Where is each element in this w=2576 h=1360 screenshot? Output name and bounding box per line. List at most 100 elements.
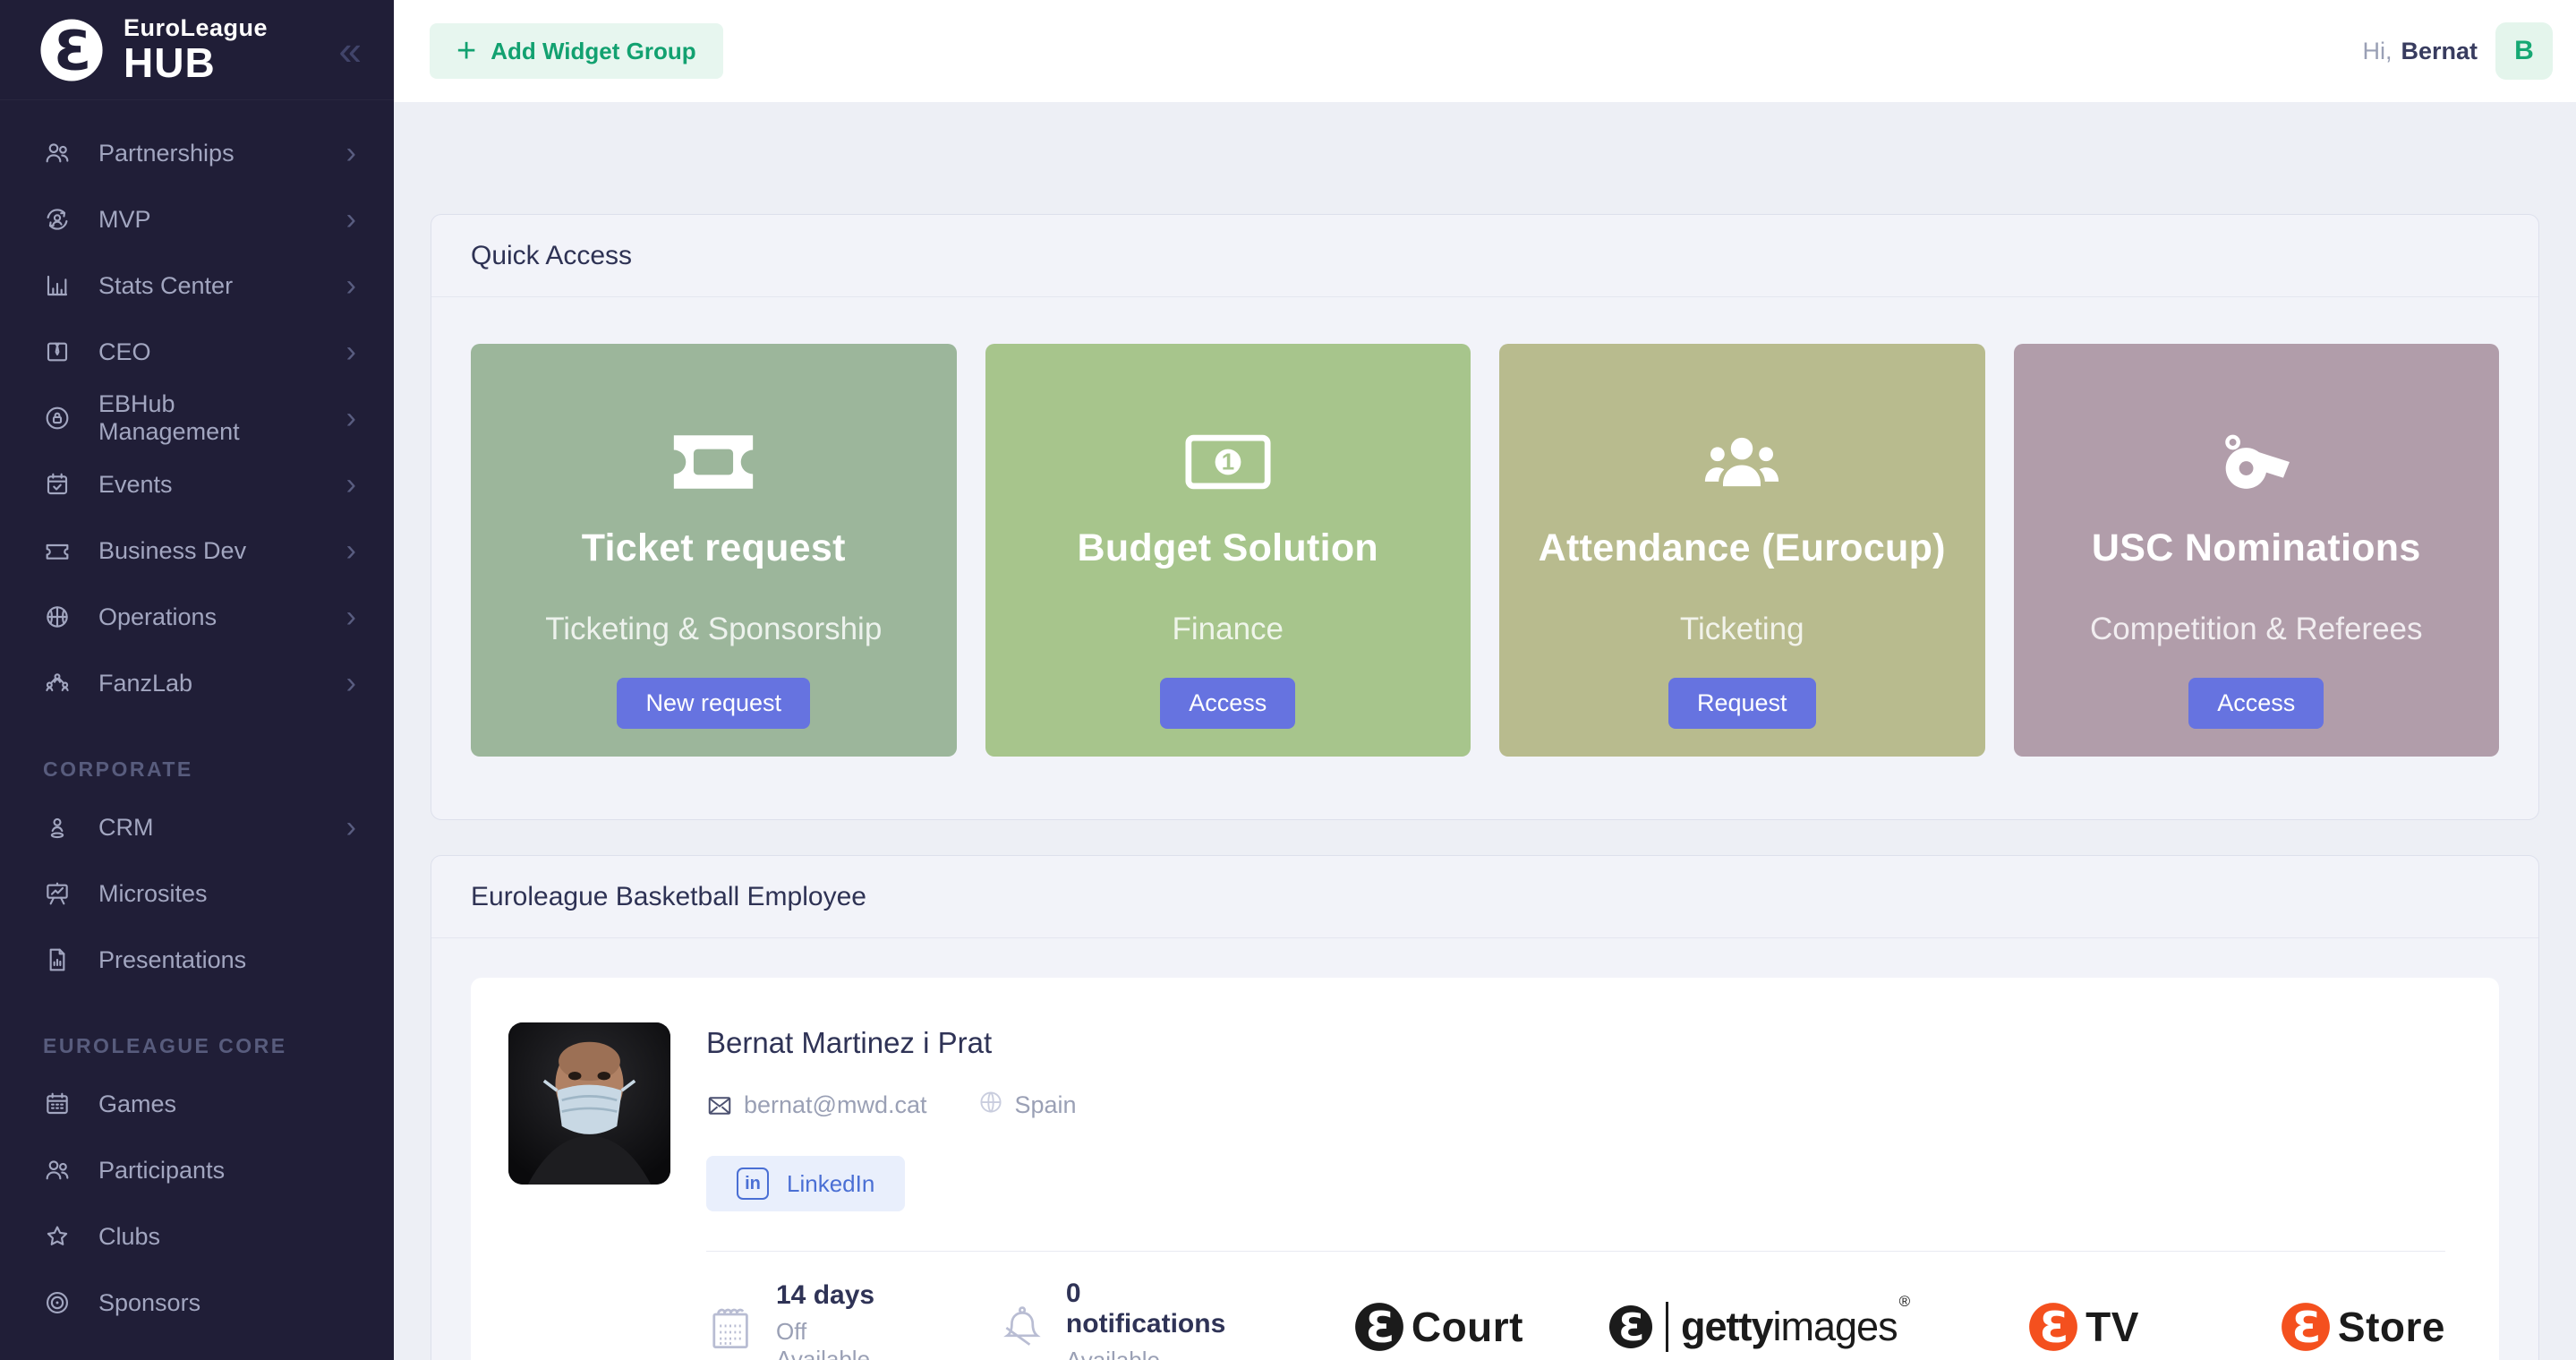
widget-card-attendance-eurocup: Attendance (Eurocup) Ticketing Request xyxy=(1499,344,1985,757)
store-logo-text: Store xyxy=(2338,1303,2445,1351)
chevron-right-icon: › xyxy=(346,337,356,367)
people-group-icon xyxy=(1702,431,1781,493)
profile-photo xyxy=(508,1022,670,1185)
sidebar-item-label: Presentations xyxy=(98,946,246,974)
sidebar-item-label: EBHub Management xyxy=(98,390,320,446)
euroleague-ball-icon: Ɛ xyxy=(1608,1304,1653,1349)
sidebar-item-label: Sponsors xyxy=(98,1289,200,1317)
money-bill-icon: 1 xyxy=(1185,434,1271,490)
sidebar: Ɛ EuroLeague HUB « Partnerships › MVP › … xyxy=(0,0,394,1360)
add-widget-group-button[interactable]: + Add Widget Group xyxy=(430,23,723,79)
contact-row: bernat@mwd.cat Spain xyxy=(706,1089,1077,1122)
easel-chart-icon xyxy=(43,879,72,908)
employee-panel: Euroleague Basketball Employee xyxy=(431,855,2539,1360)
euroleague-store-logo[interactable]: Ɛ Store xyxy=(2281,1302,2445,1352)
sidebar-item-partnerships[interactable]: Partnerships › xyxy=(0,120,394,186)
registered-mark: ® xyxy=(1899,1293,1910,1310)
widget-subtitle: Finance xyxy=(1172,612,1284,647)
globe-icon xyxy=(977,1089,1004,1122)
sidebar-item-mvp[interactable]: MVP › xyxy=(0,186,394,252)
sidebar-item-presentations[interactable]: Presentations xyxy=(0,927,394,993)
widget-subtitle: Competition & Referees xyxy=(2090,612,2423,647)
widget-title: Budget Solution xyxy=(1078,526,1379,570)
employee-panel-title: Euroleague Basketball Employee xyxy=(431,856,2538,938)
sidebar-item-games[interactable]: Games xyxy=(0,1071,394,1137)
sidebar-section-corporate: CORPORATE xyxy=(43,757,394,782)
collapse-sidebar-icon[interactable]: « xyxy=(338,30,362,71)
sidebar-item-label: Clubs xyxy=(98,1223,160,1251)
sidebar-item-sponsors[interactable]: Sponsors xyxy=(0,1270,394,1336)
euroleague-ball-icon: Ɛ xyxy=(39,18,104,82)
days-off-label: Off Available xyxy=(776,1318,891,1360)
sidebar-item-crm[interactable]: CRM › xyxy=(0,794,394,860)
username-text: Bernat xyxy=(2401,38,2478,65)
notifications-stat: 0 notifications Available xyxy=(998,1279,1229,1360)
add-widget-group-label: Add Widget Group xyxy=(490,38,695,65)
sidebar-section-euroleague-core: EUROLEAGUE CORE xyxy=(43,1034,394,1058)
access-button[interactable]: Access xyxy=(1160,678,1295,729)
calendar-icon xyxy=(706,1302,753,1352)
days-off-value: 14 days xyxy=(776,1280,891,1311)
calendar-grid-icon xyxy=(43,1090,72,1118)
employee-name: Bernat Martinez i Prat xyxy=(706,1026,1077,1060)
request-button[interactable]: Request xyxy=(1668,678,1816,729)
bell-slash-icon xyxy=(998,1302,1043,1352)
getty-light-text: images xyxy=(1773,1304,1898,1349)
access-button[interactable]: Access xyxy=(2188,678,2324,729)
sidebar-item-label: CEO xyxy=(98,338,151,366)
user-greeting: Hi, Bernat B xyxy=(2362,22,2553,80)
calendar-check-icon xyxy=(43,470,72,499)
target-icon xyxy=(43,1288,72,1317)
widget-card-budget-solution: 1 Budget Solution Finance Access xyxy=(985,344,1471,757)
sidebar-item-ebhub-management[interactable]: EBHub Management › xyxy=(0,385,394,451)
quick-access-panel: Quick Access Ticket request Ticketing & … xyxy=(431,214,2539,820)
person-pin-icon xyxy=(43,813,72,842)
sidebar-item-participants[interactable]: Participants xyxy=(0,1137,394,1203)
employee-body: Bernat Martinez i Prat bernat@mwd.cat Sp… xyxy=(431,938,2538,1360)
brand-line1: EuroLeague xyxy=(124,16,268,40)
employee-stats-row: 14 days Off Available 0 notifi xyxy=(706,1279,2445,1360)
gettyimages-logo[interactable]: Ɛ gettyimages® xyxy=(1608,1302,1907,1352)
svg-text:Ɛ: Ɛ xyxy=(1366,1303,1395,1351)
widget-subtitle: Ticketing xyxy=(1680,612,1804,647)
chevron-right-icon: › xyxy=(346,535,356,566)
notifications-label: Available xyxy=(1066,1347,1229,1360)
new-request-button[interactable]: New request xyxy=(617,678,810,729)
employee-country: Spain xyxy=(1015,1091,1077,1119)
sidebar-item-clubs[interactable]: Clubs xyxy=(0,1203,394,1270)
sidebar-item-fanzlab[interactable]: FanzLab › xyxy=(0,650,394,716)
sidebar-item-label: Events xyxy=(98,471,173,499)
employee-email[interactable]: bernat@mwd.cat xyxy=(744,1091,927,1119)
sidebar-item-label: Partnerships xyxy=(98,140,235,167)
svg-text:Ɛ: Ɛ xyxy=(2040,1303,2069,1351)
stats-icon xyxy=(43,271,72,300)
sidebar-item-operations[interactable]: Operations › xyxy=(0,584,394,650)
partnerships-icon xyxy=(43,139,72,167)
sidebar-item-stats-center[interactable]: Stats Center › xyxy=(0,252,394,319)
profile-photo-image xyxy=(508,1022,670,1185)
euroleague-court-logo[interactable]: Ɛ Court xyxy=(1354,1302,1523,1352)
sidebar-item-events[interactable]: Events › xyxy=(0,451,394,517)
sidebar-item-label: Operations xyxy=(98,603,217,631)
sidebar-item-business-dev[interactable]: Business Dev › xyxy=(0,517,394,584)
svg-text:Ɛ: Ɛ xyxy=(2292,1303,2322,1351)
whistle-icon xyxy=(2217,430,2296,494)
chevron-right-icon: › xyxy=(346,204,356,235)
euroleague-tv-logo[interactable]: Ɛ TV xyxy=(2028,1302,2139,1352)
sidebar-item-label: Microsites xyxy=(98,880,208,908)
sidebar-item-ceo[interactable]: CEO › xyxy=(0,319,394,385)
avatar[interactable]: B xyxy=(2495,22,2553,80)
sidebar-item-label: FanzLab xyxy=(98,670,192,697)
brand-text: EuroLeague HUB xyxy=(124,16,268,83)
ticket-icon xyxy=(43,536,72,565)
euroleague-ball-icon: Ɛ xyxy=(2028,1302,2078,1352)
svg-text:1: 1 xyxy=(1222,450,1234,475)
days-off-stat: 14 days Off Available xyxy=(706,1280,891,1360)
sidebar-item-microsites[interactable]: Microsites xyxy=(0,860,394,927)
linkedin-button[interactable]: in LinkedIn xyxy=(706,1156,905,1211)
divider xyxy=(1666,1302,1668,1352)
euroleague-ball-icon: Ɛ xyxy=(2281,1302,2331,1352)
sidebar-item-label: Games xyxy=(98,1091,176,1118)
quick-access-title: Quick Access xyxy=(431,215,2538,297)
linkedin-icon: in xyxy=(737,1168,769,1200)
